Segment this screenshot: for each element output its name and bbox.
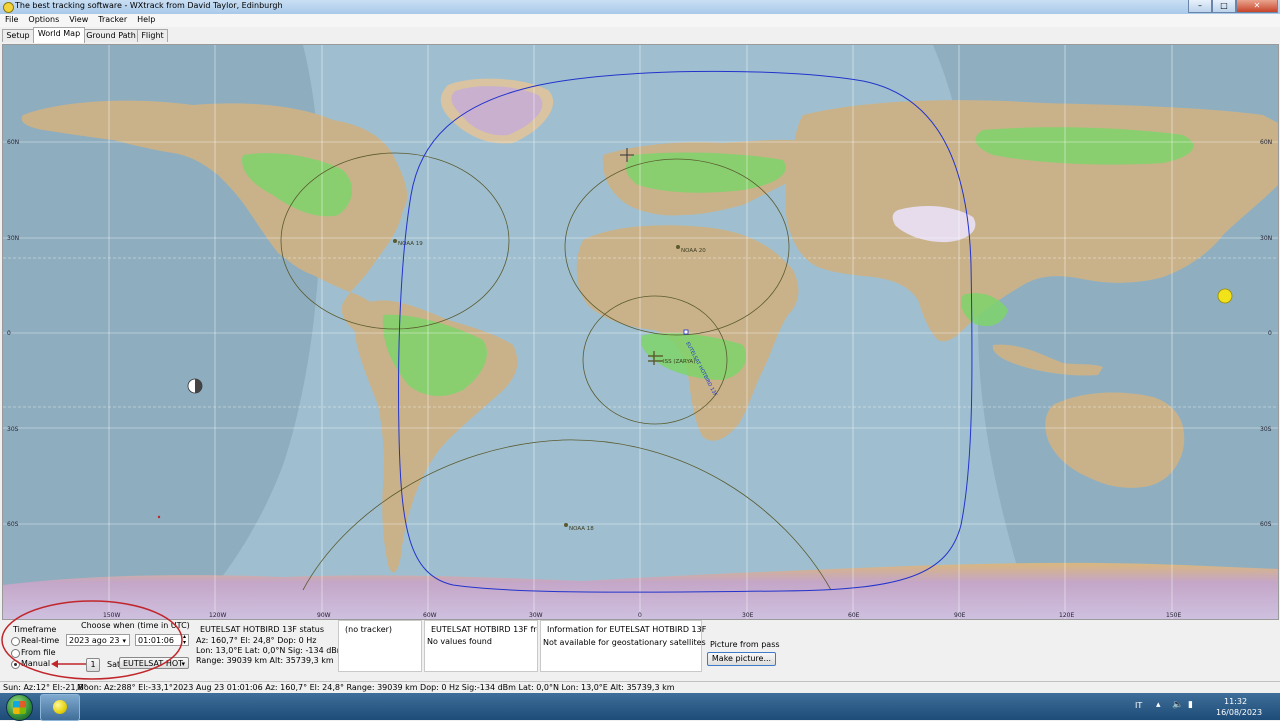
- clock-date[interactable]: 16/08/2023: [1216, 708, 1262, 717]
- minimize-button[interactable]: –: [1188, 0, 1212, 13]
- world-map-svg: 60N 30N 0 30S 60S 60N 30N 0 30S 60S 150W…: [3, 45, 1278, 619]
- taskbar-wxtrack-button[interactable]: [40, 694, 80, 721]
- menu-options[interactable]: Options: [23, 14, 64, 24]
- lat-label-60s-right: 60S: [1260, 521, 1272, 528]
- noaa19-label: NOAA 19: [398, 241, 423, 247]
- status-title: EUTELSAT HOTBIRD 13F status: [200, 625, 325, 634]
- tab-flight[interactable]: Flight: [137, 29, 168, 42]
- menu-bar: File Options View Tracker Help: [0, 14, 1280, 27]
- start-button[interactable]: [6, 694, 33, 721]
- status-line2: Lon: 13,0°E Lat: 0,0°N Sig: -134 dBm: [196, 646, 345, 655]
- lon-label-0: 0: [638, 612, 642, 619]
- menu-view[interactable]: View: [64, 14, 93, 24]
- lon-label-60w: 60W: [423, 612, 437, 619]
- menu-help[interactable]: Help: [132, 14, 160, 24]
- status-bar: Sun: Az:12° El:-21,8° Moon: Az:288° El:-…: [0, 681, 1280, 693]
- noaa19-marker: [393, 239, 397, 243]
- app-icon: [3, 2, 14, 13]
- lon-label-30e: 30E: [742, 612, 754, 619]
- wxtrack-icon: [53, 700, 67, 714]
- chevron-up-icon[interactable]: ▴: [1156, 700, 1161, 710]
- picture-title: Picture from pass: [710, 640, 780, 649]
- info-title: Information for EUTELSAT HOTBIRD 13F: [547, 625, 707, 634]
- menu-tracker[interactable]: Tracker: [93, 14, 132, 24]
- taskbar: IT ▴ 🔈 ▮ 11:32 16/08/2023: [0, 693, 1280, 721]
- lon-label-90e: 90E: [954, 612, 966, 619]
- lat-label-30s: 30S: [7, 426, 19, 433]
- noaa20-marker: [676, 245, 680, 249]
- speaker-icon[interactable]: 🔈: [1172, 700, 1183, 710]
- tab-ground-path[interactable]: Ground Path: [84, 29, 138, 42]
- lon-label-90w: 90W: [317, 612, 331, 619]
- lon-label-120w: 120W: [209, 612, 226, 619]
- tab-world-map[interactable]: World Map: [33, 27, 85, 43]
- satellite-status: 2023 Aug 23 01:01:06 Az: 160,7° El: 24,8…: [173, 683, 675, 692]
- clock-time[interactable]: 11:32: [1224, 697, 1247, 706]
- lon-label-60e: 60E: [848, 612, 860, 619]
- lat-label-0-right: 0: [1268, 330, 1272, 337]
- lat-label-30n-right: 30N: [1260, 235, 1272, 242]
- language-indicator[interactable]: IT: [1135, 701, 1142, 710]
- frequency-title: EUTELSAT HOTBIRD 13F freque: [431, 625, 537, 634]
- make-picture-button[interactable]: Make picture...: [707, 652, 776, 666]
- close-button[interactable]: ✕: [1236, 0, 1278, 13]
- world-map[interactable]: 60N 30N 0 30S 60S 60N 30N 0 30S 60S 150W…: [2, 44, 1279, 620]
- lat-label-30n: 30N: [7, 235, 19, 242]
- title-bar: The best tracking software - WXtrack fro…: [0, 0, 1280, 15]
- window-title: The best tracking software - WXtrack fro…: [15, 1, 283, 10]
- info-panel: Information for EUTELSAT HOTBIRD 13F Not…: [540, 620, 706, 672]
- menu-file[interactable]: File: [0, 14, 23, 24]
- noaa18-label: NOAA 18: [569, 526, 594, 532]
- noaa18-marker: [564, 523, 568, 527]
- status-line1: Az: 160,7° El: 24,8° Dop: 0 Hz: [196, 636, 317, 645]
- tracker-title: (no tracker): [345, 625, 393, 634]
- lat-label-30s-right: 30S: [1260, 426, 1272, 433]
- control-area: Timeframe Real-time From file Manual Cho…: [0, 600, 1280, 680]
- noaa20-label: NOAA 20: [681, 248, 706, 254]
- lat-label-60n-right: 60N: [1260, 139, 1272, 146]
- maximize-button[interactable]: □: [1212, 0, 1236, 13]
- lon-label-150e: 150E: [1166, 612, 1181, 619]
- frequency-text: No values found: [427, 637, 492, 646]
- tab-setup[interactable]: Setup: [2, 29, 34, 42]
- tracker-panel: (no tracker): [338, 620, 422, 672]
- lat-label-60s: 60S: [7, 521, 19, 528]
- sun-status: Sun: Az:12° El:-21,8°: [3, 683, 88, 692]
- info-text: Not available for geostationary satellit…: [543, 638, 706, 647]
- frequency-panel: EUTELSAT HOTBIRD 13F freque No values fo…: [424, 620, 538, 672]
- hotbird-marker: [683, 329, 689, 335]
- moon-status: Moon: Az:288° El:-33,1°: [77, 683, 173, 692]
- network-icon[interactable]: ▮: [1188, 700, 1193, 710]
- lon-label-30w: 30W: [529, 612, 543, 619]
- iss-label: ISS (ZARYA): [663, 359, 695, 365]
- lat-label-60n: 60N: [7, 139, 19, 146]
- status-line3: Range: 39039 km Alt: 35739,3 km: [196, 656, 334, 665]
- annotation-circle: [1, 600, 183, 680]
- lon-label-120e: 120E: [1059, 612, 1074, 619]
- status-panel: EUTELSAT HOTBIRD 13F status Az: 160,7° E…: [194, 620, 345, 670]
- system-tray: IT ▴ 🔈 ▮ 11:32 16/08/2023: [1130, 693, 1280, 720]
- sun-marker: [1217, 288, 1233, 304]
- lat-label-0: 0: [7, 330, 11, 337]
